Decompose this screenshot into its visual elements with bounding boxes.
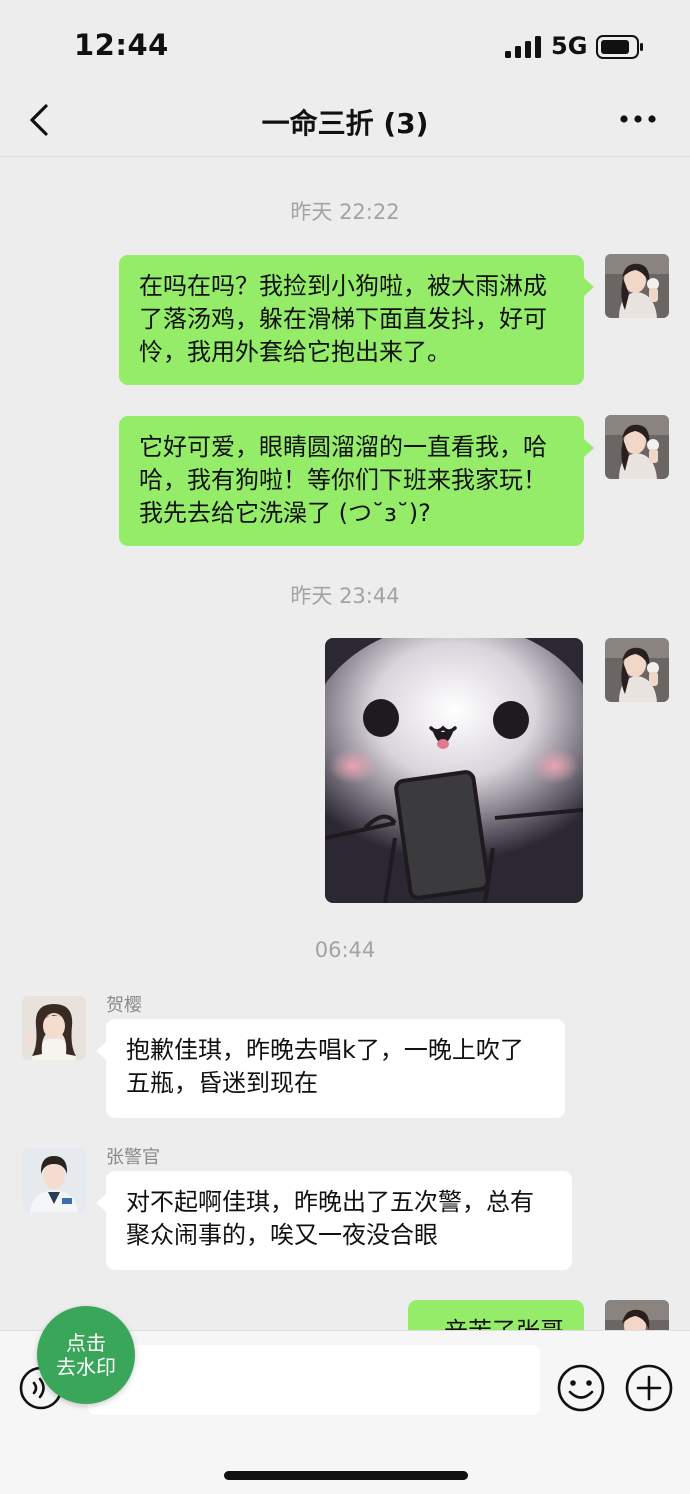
avatar-me[interactable] bbox=[605, 638, 669, 702]
timestamp: 昨天 22:22 bbox=[290, 200, 400, 224]
more-icon[interactable] bbox=[618, 112, 658, 126]
avatar-zhangjingguan[interactable] bbox=[22, 1148, 86, 1212]
remove-watermark-button[interactable]: 点击 去水印 bbox=[37, 1306, 135, 1404]
bubble-tail bbox=[584, 439, 594, 457]
watermark-button-line1: 点击 bbox=[66, 1331, 106, 1355]
avatar-heying[interactable] bbox=[22, 996, 86, 1060]
message-bubble-sent[interactable]: 它好可爱，眼睛圆溜溜的一直看我，哈哈，我有狗啦！等你们下班来我家玩！我先去给它洗… bbox=[119, 416, 584, 546]
watermark-button-line2: 去水印 bbox=[56, 1355, 116, 1379]
message-bubble-received[interactable]: 对不起啊佳琪，昨晚出了五次警，总有聚众闹事的，唉又一夜没合眼 bbox=[106, 1171, 572, 1270]
chat-header: 一命三折 (3) bbox=[0, 90, 690, 157]
timestamp: 昨天 23:44 bbox=[290, 584, 400, 608]
status-bar: 12:44 5G bbox=[0, 0, 690, 90]
plus-icon[interactable] bbox=[624, 1363, 674, 1413]
message-input[interactable] bbox=[88, 1345, 540, 1415]
avatar-me[interactable] bbox=[605, 415, 669, 479]
emoji-icon[interactable] bbox=[556, 1363, 606, 1413]
message-bubble-sent[interactable]: 在吗在吗？我捡到小狗啦，被大雨淋成了落汤鸡，躲在滑梯下面直发抖，好可怜，我用外套… bbox=[119, 255, 584, 385]
status-time: 12:44 bbox=[74, 28, 169, 62]
bubble-tail bbox=[584, 278, 594, 296]
timestamp: 06:44 bbox=[314, 938, 376, 962]
bubble-tail bbox=[96, 1194, 106, 1212]
message-bubble-received[interactable]: 抱歉佳琪，昨晚去唱k了，一晚上吹了五瓶，昏迷到现在 bbox=[106, 1019, 565, 1118]
signal-icon bbox=[505, 36, 541, 58]
avatar-me[interactable] bbox=[605, 254, 669, 318]
home-indicator bbox=[224, 1471, 468, 1480]
sticker-message[interactable] bbox=[325, 638, 583, 903]
network-label: 5G bbox=[551, 32, 588, 60]
sender-name: 张警官 bbox=[106, 1147, 160, 1168]
sender-name: 贺樱 bbox=[106, 995, 142, 1016]
bubble-tail bbox=[96, 1042, 106, 1060]
chat-title: 一命三折 (3) bbox=[261, 107, 429, 140]
battery-icon bbox=[596, 35, 643, 59]
